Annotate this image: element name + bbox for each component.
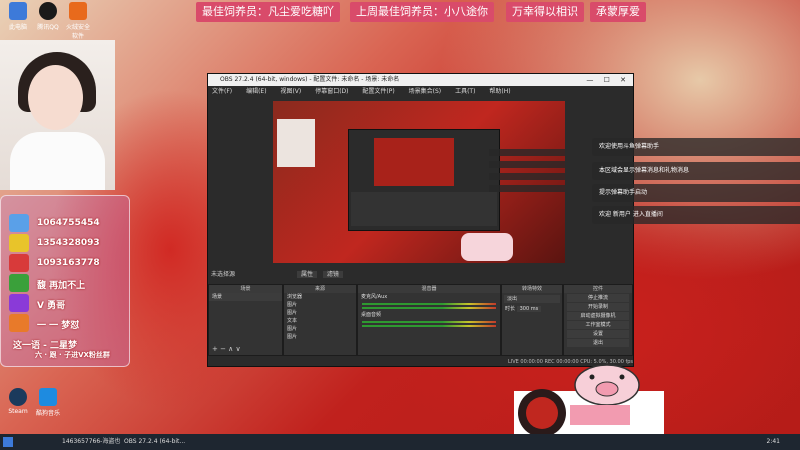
taskbar-clock: 2:41 (766, 438, 780, 445)
source-item[interactable]: 文本 (284, 317, 356, 325)
qq-icon (9, 254, 29, 272)
obs-menubar: 文件(F) 编辑(E) 视图(V) 停靠窗口(D) 配置文件(P) 场景集合(S… (208, 86, 633, 97)
preview-webcam (277, 119, 315, 167)
mixer-channel-name: 麦克风/Aux (361, 294, 388, 300)
source-item[interactable]: 浏览器 (284, 293, 356, 301)
menu-edit[interactable]: 编辑(E) (246, 88, 266, 95)
properties-button[interactable]: 属性 (296, 271, 317, 278)
mixer-channel-name: 桌面音频 (361, 312, 382, 318)
duration-input[interactable]: 300 ms (516, 306, 542, 312)
desktop-icon-qq[interactable]: 腾讯QQ (34, 2, 62, 31)
preview-notifications (489, 149, 565, 209)
pig-sticker-text (570, 405, 630, 425)
windows-start-icon[interactable] (3, 437, 13, 447)
controls-panel: 控件 停止推流 开始录制 启动虚拟摄像机 工作室模式 设置 退出 (563, 284, 633, 356)
audio-meter (362, 321, 496, 323)
source-item[interactable]: 图片 (284, 325, 356, 333)
banner-last-week-keeper: 上周最佳饲养员：小八途你 (350, 2, 494, 22)
banner-thanks-1: 万幸得以相识 (506, 2, 584, 22)
menu-tools[interactable]: 工具(T) (455, 88, 475, 95)
taskbar-app-obs[interactable]: OBS 27.2.4 (64-bit... (108, 435, 185, 449)
window-controls[interactable]: — ☐ ✕ (586, 74, 630, 86)
taskbar: 1463657766-海盗也 OBS 27.2.4 (64-bit... 2:4… (0, 434, 800, 450)
danmu-notification: 欢迎 新用户 进入直播间 (592, 206, 800, 224)
danmu-notification: 欢迎使用斗鱼弹幕助手 (592, 138, 800, 156)
computer-icon (9, 2, 27, 20)
menu-help[interactable]: 帮助(H) (489, 88, 510, 95)
menu-view[interactable]: 视图(V) (280, 88, 301, 95)
scenes-panel: 场景 场景 + − ∧ ∨ (208, 284, 283, 356)
fan-group-overlay: 1064755454 1354328093 1093163778 馥 再加不上 … (0, 195, 130, 367)
obs-titlebar[interactable]: OBS 27.2.4 (64-bit, windows) - 配置文件: 未命名… (208, 74, 633, 86)
scene-controls[interactable]: + − ∧ ∨ (212, 345, 241, 353)
transition-select[interactable]: 淡出 (504, 295, 560, 303)
pig-snout (595, 381, 619, 397)
emoji-icon (9, 314, 29, 332)
source-item[interactable]: 图片 (284, 333, 356, 341)
sources-panel: 来源 浏览器 图片 图片 文本 图片 图片 (283, 284, 357, 356)
volume-slider[interactable] (362, 325, 496, 327)
start-recording-button[interactable]: 开始录制 (567, 303, 629, 311)
transitions-panel: 转场特效 淡出 时长 300 ms (501, 284, 563, 356)
streamer-face (28, 65, 83, 130)
audio-meter (362, 303, 496, 305)
desktop-icon-this-pc[interactable]: 此电脑 (4, 2, 32, 31)
danmu-notification: 提示弹幕助手启动 (592, 184, 800, 202)
obs-preview[interactable] (273, 101, 565, 263)
desktop-icon-steam[interactable]: Steam (4, 388, 32, 415)
kugou-icon (39, 388, 57, 406)
pig-sticker (514, 364, 664, 434)
banner-thanks-2: 承蒙厚爱 (590, 2, 646, 22)
exit-button[interactable]: 退出 (567, 339, 629, 347)
filters-button[interactable]: 滤镜 (322, 271, 343, 278)
preview-pig-sticker (461, 233, 513, 261)
obs-source-bar: 未选择源 属性 滤镜 (208, 270, 636, 280)
penguin-icon (39, 2, 57, 20)
emoji-icon (9, 274, 29, 292)
steam-icon (9, 388, 27, 406)
desktop-icon-kugou[interactable]: 酷狗音乐 (34, 388, 62, 417)
scene-item[interactable]: 场景 (209, 293, 282, 301)
wechat-icon (9, 234, 29, 252)
virtual-camera-button[interactable]: 启动虚拟摄像机 (567, 312, 629, 320)
menu-docks[interactable]: 停靠窗口(D) (315, 88, 348, 95)
volume-slider[interactable] (362, 307, 496, 309)
mixer-panel: 混音器 麦克风/Aux 桌面音频 (357, 284, 501, 356)
source-item[interactable]: 图片 (284, 309, 356, 317)
banner-best-keeper: 最佳饲养员：凡尘爱吃糖吖 (196, 2, 340, 22)
menu-profile[interactable]: 配置文件(P) (362, 88, 394, 95)
shield-icon (69, 2, 87, 20)
emoji-icon (9, 294, 29, 312)
obs-window[interactable]: OBS 27.2.4 (64-bit, windows) - 配置文件: 未命名… (207, 73, 634, 367)
source-item[interactable]: 图片 (284, 301, 356, 309)
desktop-icon-huorong[interactable]: 火绒安全软件 (64, 2, 92, 40)
qq-icon (9, 214, 29, 232)
menu-scene-collection[interactable]: 场景集合(S) (409, 88, 442, 95)
studio-mode-button[interactable]: 工作室模式 (567, 321, 629, 329)
danmu-notification: 本区域会显示弹幕消息和礼物消息 (592, 162, 800, 180)
settings-button[interactable]: 设置 (567, 330, 629, 338)
nested-obs-preview (348, 129, 500, 231)
stop-streaming-button[interactable]: 停止推流 (567, 294, 629, 302)
menu-file[interactable]: 文件(F) (212, 88, 232, 95)
webcam-overlay (0, 40, 115, 190)
